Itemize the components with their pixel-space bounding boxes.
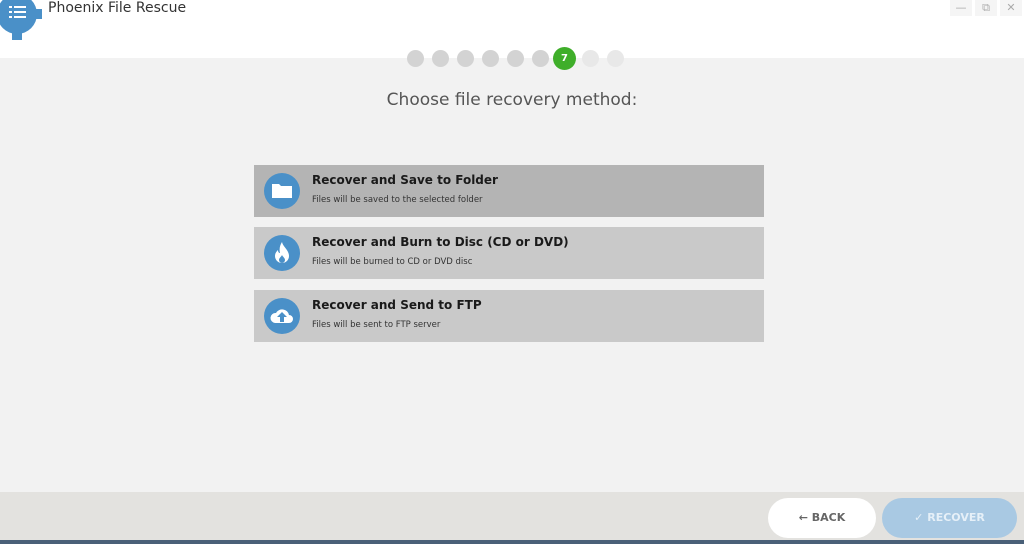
step-dot xyxy=(407,50,424,67)
page-heading: Choose file recovery method: xyxy=(386,90,638,110)
back-button[interactable]: ← BACK xyxy=(768,498,876,538)
option-save-to-folder[interactable]: Recover and Save to Folder Files will be… xyxy=(254,165,764,217)
close-button[interactable]: ✕ xyxy=(1000,0,1022,16)
back-label: BACK xyxy=(811,511,846,524)
app-logo-gear-icon xyxy=(0,0,42,40)
option-title: Recover and Send to FTP xyxy=(312,298,482,312)
checkmark-icon: ✓ xyxy=(914,511,924,524)
step-dot xyxy=(432,50,449,67)
option-title: Recover and Save to Folder xyxy=(312,173,498,187)
option-send-to-ftp[interactable]: Recover and Send to FTP Files will be se… xyxy=(254,290,764,342)
arrow-left-icon: ← xyxy=(798,511,808,524)
flame-icon xyxy=(264,235,300,271)
recover-button[interactable]: ✓ RECOVER xyxy=(882,498,1017,538)
option-subtitle: Files will be sent to FTP server xyxy=(312,320,441,330)
folder-icon xyxy=(264,173,300,209)
app-title: Phoenix File Rescue xyxy=(48,0,187,16)
option-title: Recover and Burn to Disc (CD or DVD) xyxy=(312,235,569,249)
option-burn-to-disc[interactable]: Recover and Burn to Disc (CD or DVD) Fil… xyxy=(254,227,764,279)
step-dot-active: 7 xyxy=(553,47,576,70)
bottom-strip xyxy=(0,540,1024,544)
minimize-button[interactable]: — xyxy=(950,0,972,16)
restore-button[interactable]: ⧉ xyxy=(975,0,997,16)
step-dot xyxy=(457,50,474,67)
option-subtitle: Files will be saved to the selected fold… xyxy=(312,195,483,205)
recover-label: RECOVER xyxy=(927,511,985,524)
cloud-upload-icon xyxy=(264,298,300,334)
step-dot xyxy=(482,50,499,67)
step-dot xyxy=(582,50,599,67)
option-subtitle: Files will be burned to CD or DVD disc xyxy=(312,257,473,267)
step-indicator: 7 xyxy=(0,47,1024,70)
step-dot xyxy=(532,50,549,67)
step-dot xyxy=(607,50,624,67)
step-dot xyxy=(507,50,524,67)
